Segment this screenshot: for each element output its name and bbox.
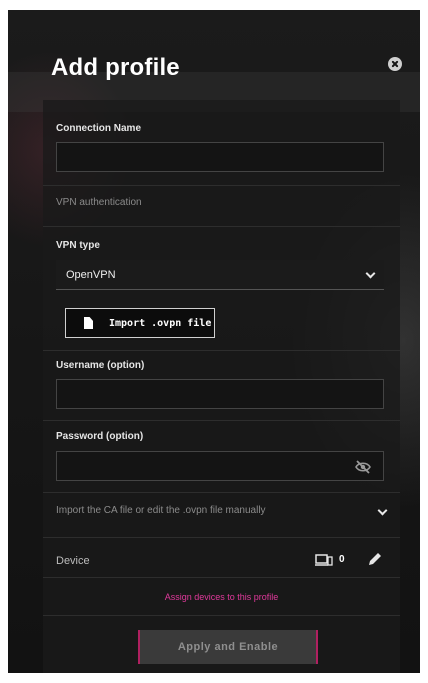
import-ovpn-button[interactable]: Import .ovpn file [65, 308, 215, 338]
divider [43, 226, 400, 227]
connection-name-input[interactable] [56, 142, 384, 172]
password-label: Password (option) [56, 431, 144, 442]
vpn-type-value: OpenVPN [66, 268, 116, 281]
apply-and-enable-button[interactable]: Apply and Enable [138, 630, 318, 664]
password-input[interactable] [56, 451, 384, 481]
devices-icon [315, 554, 333, 566]
import-ovpn-label: Import .ovpn file [109, 317, 212, 329]
device-label: Device [56, 555, 90, 567]
assign-devices-link[interactable]: Assign devices to this profile [43, 592, 400, 602]
add-profile-dialog: Add profile Connection Name VPN authenti… [8, 10, 420, 673]
divider [43, 185, 400, 186]
username-label: Username (option) [56, 360, 145, 371]
connection-name-label: Connection Name [56, 123, 142, 134]
pencil-icon[interactable] [367, 551, 383, 567]
divider [43, 350, 400, 351]
divider [43, 420, 400, 421]
file-icon [84, 317, 93, 329]
ca-file-expander-label[interactable]: Import the CA file or edit the .ovpn fil… [56, 505, 266, 516]
vpn-authentication-label: VPN authentication [56, 197, 142, 208]
eye-slash-icon[interactable] [355, 460, 371, 474]
vpn-type-select[interactable]: OpenVPN [56, 260, 384, 290]
dialog-title: Add profile [51, 54, 180, 81]
device-count: 0 [339, 554, 345, 565]
divider [43, 615, 400, 616]
vpn-type-label: VPN type [56, 240, 100, 251]
chevron-down-icon [365, 268, 376, 279]
chevron-down-icon[interactable] [377, 505, 388, 516]
username-input[interactable] [56, 379, 384, 409]
close-icon[interactable] [388, 57, 402, 71]
form-panel: Connection Name VPN authentication VPN t… [43, 100, 400, 673]
divider [43, 577, 400, 578]
divider [43, 537, 400, 538]
divider [43, 492, 400, 493]
